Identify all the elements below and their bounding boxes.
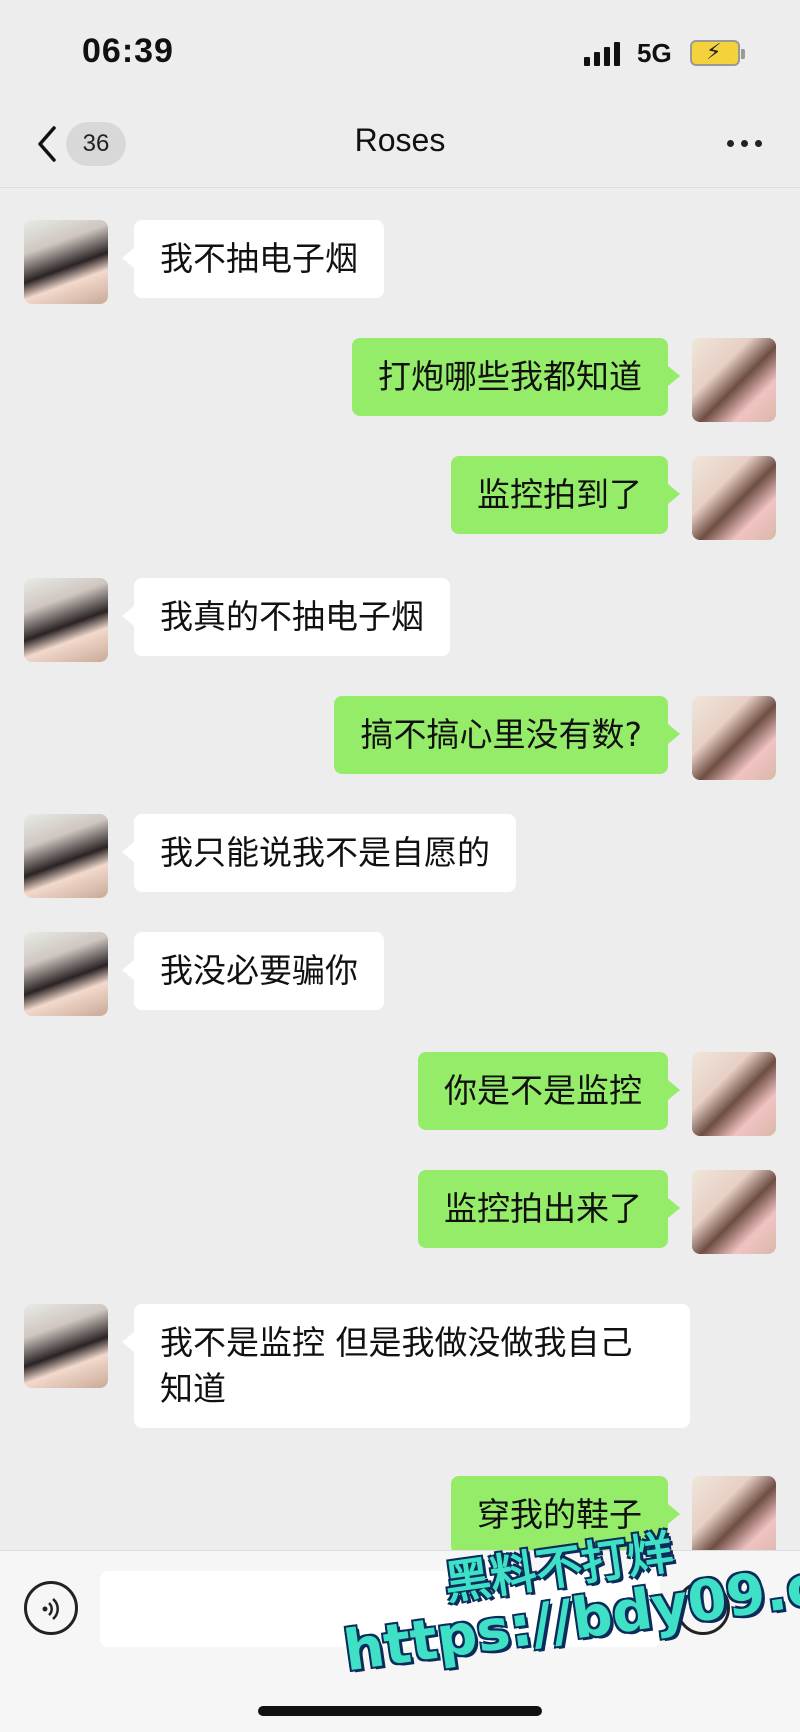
message-bubble-sent[interactable]: 监控拍到了 xyxy=(451,456,680,534)
status-time: 06:39 xyxy=(82,32,174,70)
message-bubble-received[interactable]: 我真的不抽电子烟 xyxy=(122,578,450,656)
chat-header: 36 Roses xyxy=(0,100,800,188)
emoji-icon[interactable] xyxy=(676,1581,730,1635)
my-avatar[interactable] xyxy=(692,338,776,422)
input-bar xyxy=(0,1550,800,1732)
more-dots-icon[interactable] xyxy=(727,140,762,147)
message-bubble-received[interactable]: 我没必要骗你 xyxy=(122,932,384,1010)
message-bubble-sent[interactable]: 打炮哪些我都知道 xyxy=(352,338,680,416)
my-avatar[interactable] xyxy=(692,696,776,780)
my-avatar[interactable] xyxy=(692,456,776,540)
message-bubble-sent[interactable]: 穿我的鞋子 xyxy=(451,1476,680,1550)
my-avatar[interactable] xyxy=(692,1476,776,1550)
voice-icon[interactable] xyxy=(24,1581,78,1635)
message-bubble-received[interactable]: 我不是监控 但是我做没做我自己知道 xyxy=(122,1304,690,1428)
my-avatar[interactable] xyxy=(692,1052,776,1136)
message-list[interactable]: 我不抽电子烟 打炮哪些我都知道 监控拍到了 我真的不抽电子烟 搞不搞心里没有数?… xyxy=(0,188,800,1550)
message-bubble-sent[interactable]: 你是不是监控 xyxy=(418,1052,680,1130)
status-bar: 06:39 5G ⚡ xyxy=(0,0,800,100)
message-bubble-sent[interactable]: 搞不搞心里没有数? xyxy=(334,696,680,774)
message-bubble-sent[interactable]: 监控拍出来了 xyxy=(418,1170,680,1248)
contact-avatar[interactable] xyxy=(24,814,108,898)
message-bubble-received[interactable]: 我只能说我不是自愿的 xyxy=(122,814,516,892)
contact-avatar[interactable] xyxy=(24,578,108,662)
contact-avatar[interactable] xyxy=(24,932,108,1016)
home-indicator xyxy=(258,1706,542,1716)
chat-title: Roses xyxy=(354,122,446,158)
message-input[interactable] xyxy=(100,1571,660,1647)
network-type: 5G xyxy=(637,38,672,68)
my-avatar[interactable] xyxy=(692,1170,776,1254)
signal-bars-icon xyxy=(584,42,620,66)
message-bubble-received[interactable]: 我不抽电子烟 xyxy=(122,220,384,298)
battery-charging-icon: ⚡ xyxy=(690,40,745,66)
contact-avatar[interactable] xyxy=(24,220,108,304)
contact-avatar[interactable] xyxy=(24,1304,108,1388)
